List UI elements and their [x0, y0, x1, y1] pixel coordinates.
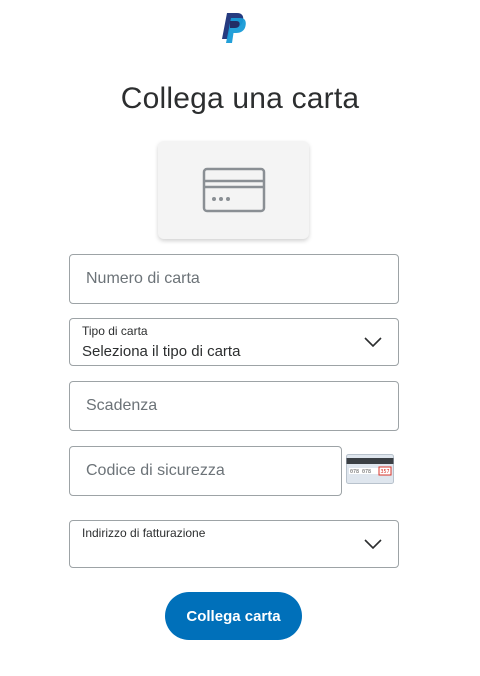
page-title: Collega una carta — [120, 82, 360, 115]
paypal-logo-icon — [222, 13, 246, 43]
cvv-digits-b: 357 — [381, 469, 390, 475]
chevron-down-icon — [364, 539, 382, 549]
credit-card-icon — [202, 167, 265, 213]
card-type-select[interactable]: Tipo di carta Seleziona il tipo di carta — [69, 318, 399, 366]
security-code-placeholder: Codice di sicurezza — [86, 462, 225, 479]
security-code-field[interactable]: Codice di sicurezza — [69, 446, 342, 496]
billing-address-label: Indirizzo di fatturazione — [82, 526, 206, 540]
card-illustration — [158, 141, 309, 239]
expiry-field[interactable]: Scadenza — [69, 381, 399, 431]
expiry-placeholder: Scadenza — [86, 397, 158, 414]
card-back-cvv-icon: 078 078 357 — [346, 454, 394, 484]
card-number-field[interactable]: Numero di carta — [69, 254, 399, 304]
card-type-value: Seleziona il tipo di carta — [82, 343, 241, 360]
billing-address-select[interactable]: Indirizzo di fatturazione — [69, 520, 399, 568]
cvv-digits-a: 078 078 — [350, 469, 371, 475]
card-number-placeholder: Numero di carta — [86, 270, 200, 287]
link-card-button[interactable]: Collega carta — [165, 592, 302, 640]
chevron-down-icon — [364, 337, 382, 347]
card-type-label: Tipo di carta — [82, 324, 148, 338]
